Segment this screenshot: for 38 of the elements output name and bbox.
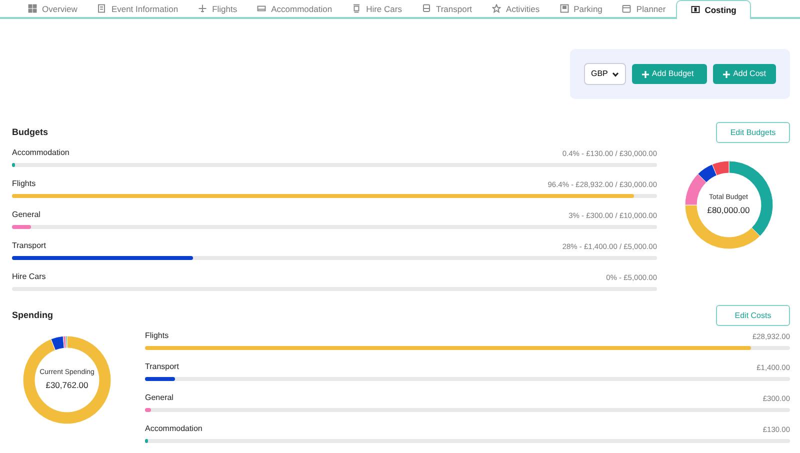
category-label: Transport <box>12 240 46 252</box>
tab[interactable]: Overview <box>18 0 88 17</box>
plus-icon <box>723 70 730 78</box>
category-label: General <box>145 392 174 404</box>
add-cost-button[interactable]: Add Cost <box>713 64 776 84</box>
tab[interactable]: Parking <box>550 0 612 17</box>
category-label: Transport <box>145 361 179 373</box>
tab[interactable]: Accommodation <box>247 0 342 17</box>
tab[interactable]: Planner <box>612 0 676 17</box>
category-label: Flights <box>145 330 169 342</box>
category-label: General <box>12 209 40 221</box>
currency-dropdown[interactable]: GBP <box>584 63 626 85</box>
add-budget-button[interactable]: Add Budget <box>632 64 708 84</box>
category-label: Flights <box>12 178 36 190</box>
tab[interactable]: Flights <box>188 0 248 17</box>
bus-icon <box>422 4 431 13</box>
edit-costs-button[interactable]: Edit Costs <box>716 305 790 326</box>
banknote-icon <box>690 5 700 14</box>
document-icon <box>97 4 106 13</box>
section-title: Spending <box>12 308 53 322</box>
section-title: Budgets <box>12 126 48 139</box>
calendar-icon <box>622 4 632 13</box>
tab[interactable]: Event Information <box>87 0 188 17</box>
plus-icon <box>642 70 649 78</box>
category-label: Accommodation <box>145 423 202 435</box>
category-label: Accommodation <box>12 147 70 159</box>
grid-icon <box>28 4 37 13</box>
chevron-down-icon <box>612 72 619 76</box>
donut-value: £30,762.00 <box>46 378 88 392</box>
edit-budgets-button[interactable]: Edit Budgets <box>716 122 790 143</box>
parking-icon <box>560 4 569 13</box>
donut-value: £80,000.00 <box>707 204 750 217</box>
star-icon <box>492 4 502 13</box>
tab[interactable]: Transport <box>412 0 482 17</box>
tab[interactable]: Activities <box>482 0 550 17</box>
tab[interactable]: Hire Cars <box>342 0 412 17</box>
category-label: Hire Cars <box>12 271 46 283</box>
tab[interactable]: Costing <box>676 0 752 19</box>
